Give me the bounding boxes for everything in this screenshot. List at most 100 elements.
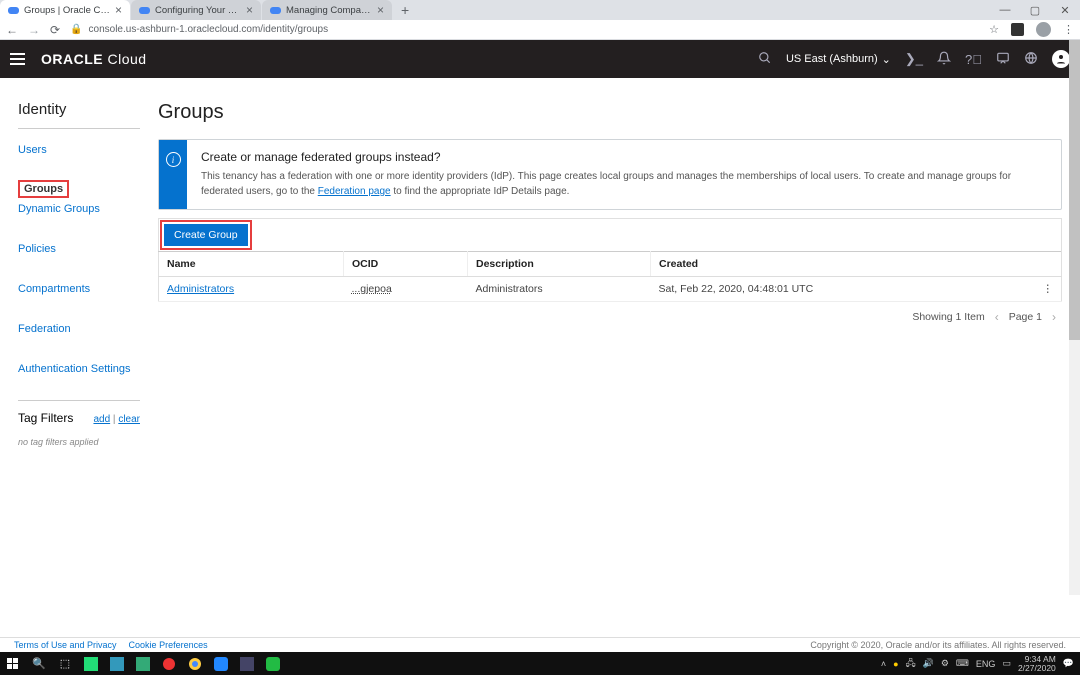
tray-icon[interactable]: ⚙ (941, 658, 949, 669)
row-actions-menu[interactable]: ⋮ (1005, 277, 1061, 302)
tag-clear-link[interactable]: clear (118, 414, 140, 425)
lock-icon: 🔒 (70, 24, 82, 35)
col-name[interactable]: Name (159, 252, 344, 277)
extension-icon[interactable] (1011, 23, 1024, 36)
tag-filters-label: Tag Filters (18, 411, 73, 425)
tray-clock[interactable]: 9:34 AM 2/27/2020 (1018, 655, 1056, 672)
group-description: Administrators (468, 277, 651, 302)
page-label: Page 1 (1009, 311, 1042, 323)
page-prev-icon[interactable]: ‹ (995, 310, 999, 324)
terms-link[interactable]: Terms of Use and Privacy (14, 640, 117, 650)
group-name-link[interactable]: Administrators (167, 283, 234, 295)
create-group-button[interactable]: Create Group (164, 224, 248, 246)
tray-volume-icon[interactable]: 🔊 (923, 658, 934, 669)
bell-icon[interactable] (937, 51, 951, 68)
search-icon[interactable]: 🔍 (26, 652, 52, 675)
scroll-thumb[interactable] (1069, 40, 1080, 340)
star-icon[interactable]: ☆ (989, 23, 999, 36)
browser-address-bar: ← → ⟳ 🔒 console.us-ashburn-1.oraclecloud… (0, 20, 1080, 40)
tag-filters-section: Tag Filters add | clear no tag filters a… (18, 400, 140, 447)
taskbar-app[interactable] (156, 652, 182, 675)
showing-count: Showing 1 Item (912, 311, 984, 323)
taskbar-app[interactable] (130, 652, 156, 675)
sidebar-item-auth-settings[interactable]: Authentication Settings (18, 358, 140, 380)
tab-favicon (139, 7, 150, 14)
close-icon[interactable]: × (246, 3, 253, 17)
window-close[interactable]: ✕ (1050, 4, 1080, 17)
nav-forward-icon[interactable]: → (28, 23, 40, 37)
cookie-link[interactable]: Cookie Preferences (129, 640, 208, 650)
group-created: Sat, Feb 22, 2020, 04:48:01 UTC (651, 277, 1006, 302)
tab-title: Managing Compartments (286, 5, 372, 16)
browser-tab-1[interactable]: Configuring Your Tenancy for D × (131, 0, 261, 20)
nav-back-icon[interactable]: ← (6, 23, 18, 37)
tray-network-icon[interactable]: 🖧 (906, 656, 916, 672)
info-banner: i Create or manage federated groups inst… (158, 139, 1062, 210)
tab-favicon (270, 7, 281, 14)
tag-add-link[interactable]: add (93, 414, 110, 425)
tray-lang[interactable]: ENG (976, 659, 996, 669)
col-ocid[interactable]: OCID (344, 252, 468, 277)
sidebar-item-policies[interactable]: Policies (18, 238, 140, 260)
task-view-icon[interactable]: ⬚ (52, 652, 78, 675)
help-icon[interactable]: ?⃝ (965, 52, 982, 67)
taskbar-app[interactable] (208, 652, 234, 675)
taskbar-app[interactable] (78, 652, 104, 675)
ocid-value[interactable]: ...gjepoa (352, 283, 392, 295)
sidebar-item-users[interactable]: Users (18, 139, 140, 161)
main-content: Groups i Create or manage federated grou… (158, 101, 1080, 635)
sidebar-item-dynamic-groups[interactable]: Dynamic Groups (18, 198, 140, 220)
start-button[interactable] (0, 652, 26, 675)
menu-icon[interactable]: ⋮ (1063, 23, 1074, 36)
col-created[interactable]: Created (651, 252, 1062, 277)
pagination: Showing 1 Item ‹ Page 1 › (158, 302, 1062, 332)
page-next-icon[interactable]: › (1052, 310, 1056, 324)
tray-icon[interactable]: ● (893, 659, 898, 669)
close-icon[interactable]: × (377, 3, 384, 17)
scrollbar[interactable] (1069, 40, 1080, 595)
search-icon[interactable] (758, 51, 772, 68)
close-icon[interactable]: × (115, 3, 122, 17)
tray-icon[interactable]: ⌨ (956, 658, 969, 669)
tray-icon[interactable]: ▭ (1002, 658, 1011, 669)
sidebar: Identity Users Groups Dynamic Groups Pol… (0, 101, 158, 635)
tab-favicon (8, 7, 19, 14)
sidebar-item-groups[interactable]: Groups (18, 180, 69, 198)
col-description[interactable]: Description (468, 252, 651, 277)
nav-reload-icon[interactable]: ⟳ (50, 23, 60, 37)
menu-icon[interactable] (10, 53, 25, 65)
window-maximize[interactable]: ▢ (1020, 4, 1050, 17)
globe-icon[interactable] (1024, 51, 1038, 68)
user-avatar[interactable] (1052, 50, 1070, 68)
chat-icon[interactable] (996, 51, 1010, 68)
table-row[interactable]: Administrators ...gjepoa Administrators … (159, 277, 1062, 302)
url-text: console.us-ashburn-1.oraclecloud.com/ide… (89, 24, 329, 35)
federation-page-link[interactable]: Federation page (318, 186, 391, 197)
taskbar-app[interactable] (260, 652, 286, 675)
profile-avatar-icon[interactable] (1036, 22, 1051, 37)
new-tab-button[interactable]: + (393, 0, 417, 20)
system-tray[interactable]: ˄ ● 🖧 🔊 ⚙ ⌨ ENG ▭ 9:34 AM 2/27/2020 💬 (881, 655, 1080, 672)
tray-chevron-icon[interactable]: ˄ (881, 659, 886, 669)
taskbar-app[interactable] (234, 652, 260, 675)
tray-notifications-icon[interactable]: 💬 (1063, 658, 1074, 669)
taskbar-app[interactable] (104, 652, 130, 675)
info-icon: i (166, 152, 181, 167)
sidebar-item-compartments[interactable]: Compartments (18, 278, 140, 300)
tab-title: Configuring Your Tenancy for D (155, 5, 241, 16)
copyright: Copyright © 2020, Oracle and/or its affi… (810, 640, 1066, 650)
page-title: Groups (158, 101, 1062, 124)
window-minimize[interactable]: — (990, 4, 1020, 17)
app-header: ORACLE Cloud US East (Ashburn)⌄ ❯_ ?⃝ (0, 40, 1080, 78)
brand-logo: ORACLE Cloud (41, 51, 147, 67)
terminal-icon[interactable]: ❯_ (905, 51, 923, 67)
taskbar-chrome[interactable] (182, 652, 208, 675)
sidebar-item-federation[interactable]: Federation (18, 318, 140, 340)
sidebar-title: Identity (18, 101, 140, 118)
chevron-down-icon: ⌄ (882, 53, 891, 66)
region-selector[interactable]: US East (Ashburn)⌄ (786, 53, 891, 66)
groups-table: Name OCID Description Created Administra… (158, 251, 1062, 302)
browser-tab-0[interactable]: Groups | Oracle Cloud Infrastru × (0, 0, 130, 20)
url-field[interactable]: 🔒 console.us-ashburn-1.oraclecloud.com/i… (70, 24, 979, 35)
browser-tab-2[interactable]: Managing Compartments × (262, 0, 392, 20)
